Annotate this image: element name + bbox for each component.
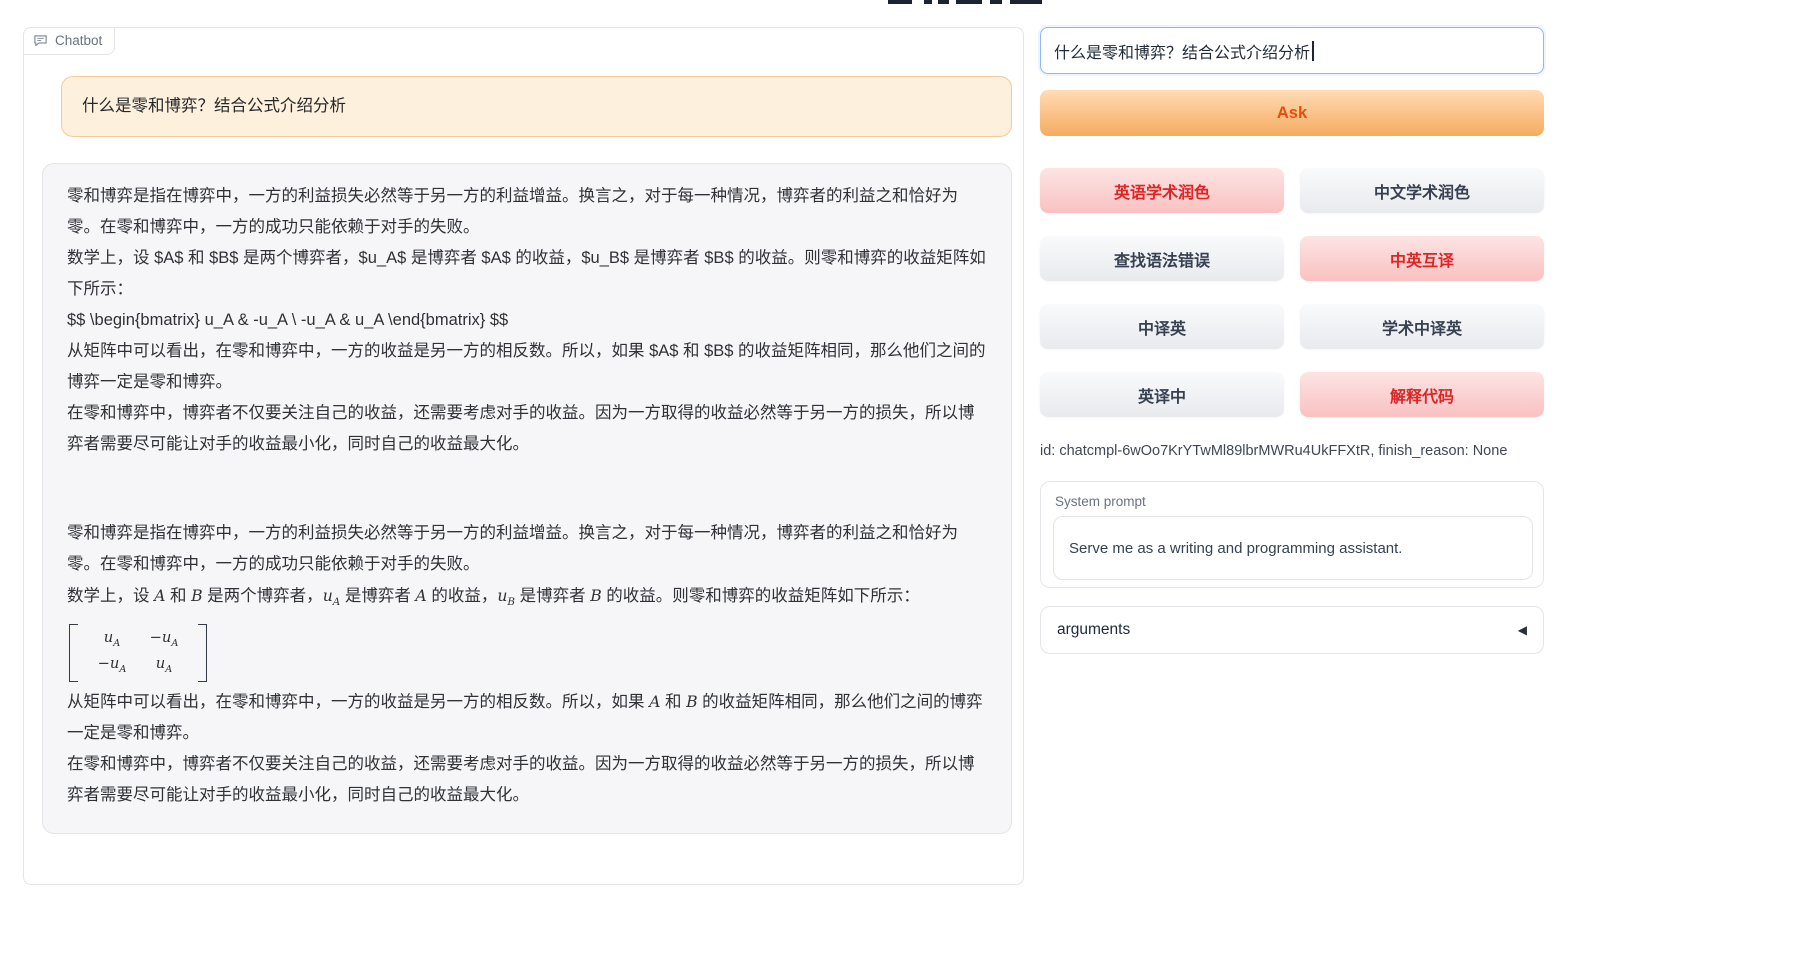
math-var: uA <box>156 648 173 685</box>
system-prompt-label: System prompt <box>1055 494 1531 509</box>
chat-bubble-icon <box>33 33 48 48</box>
quick-button-7[interactable]: 英译中 <box>1040 372 1284 417</box>
chat-message-list[interactable]: 什么是零和博弈？结合公式介绍分析 零和博弈是指在博弈中，一方的利益损失必然等于另… <box>24 54 1023 884</box>
math-var: uA <box>323 586 341 605</box>
ask-button[interactable]: Ask <box>1040 90 1544 136</box>
quick-button-3[interactable]: 查找语法错误 <box>1040 236 1284 281</box>
math-var: B <box>686 692 698 711</box>
quick-button-2[interactable]: 中文学术润色 <box>1300 168 1544 213</box>
arguments-accordion-label: arguments <box>1057 621 1130 639</box>
system-prompt-value: Serve me as a writing and programming as… <box>1069 540 1402 557</box>
math-var: −uA <box>98 648 127 685</box>
clipped-title-fragment <box>888 0 1058 6</box>
system-prompt-input[interactable]: Serve me as a writing and programming as… <box>1053 516 1533 580</box>
quick-buttons-grid: 英语学术润色中文学术润色查找语法错误中英互译中译英学术中译英英译中解释代码 <box>1040 168 1544 417</box>
quick-button-6[interactable]: 学术中译英 <box>1300 304 1544 349</box>
arguments-accordion[interactable]: arguments ◀ <box>1040 606 1544 654</box>
quick-button-8[interactable]: 解释代码 <box>1300 372 1544 417</box>
bot-paragraph-4: 在零和博弈中，博弈者不仅要关注自己的收益，还需要考虑对手的收益。因为一方取得的收… <box>67 749 987 811</box>
quick-button-4[interactable]: 中英互译 <box>1300 236 1544 281</box>
user-message-bubble: 什么是零和博弈？结合公式介绍分析 <box>61 76 1012 137</box>
math-var: uB <box>497 586 515 605</box>
text-cursor <box>1312 41 1314 61</box>
math-var: B <box>590 586 602 605</box>
payoff-matrix: uA−uA−uAuA <box>69 624 207 682</box>
math-var: B <box>191 586 203 605</box>
math-var: A <box>415 586 426 605</box>
quick-button-1[interactable]: 英语学术润色 <box>1040 168 1284 213</box>
question-input[interactable]: 什么是零和博弈？结合公式介绍分析 <box>1040 27 1544 74</box>
quick-button-5[interactable]: 中译英 <box>1040 304 1284 349</box>
control-column: 什么是零和博弈？结合公式介绍分析 Ask 英语学术润色中文学术润色查找语法错误中… <box>1040 27 1544 654</box>
block-gap <box>67 460 987 518</box>
matrix-left-bracket <box>69 624 78 682</box>
bot-paragraph-math-intro: 数学上，设 A 和 B 是两个博弈者，uA 是博弈者 A 的收益，uB 是博弈者… <box>67 580 987 618</box>
bot-raw-latex-block: 零和博弈是指在博弈中，一方的利益损失必然等于另一方的利益增益。换言之，对于每一种… <box>67 181 987 460</box>
accordion-collapsed-icon: ◀ <box>1518 623 1527 637</box>
status-line: id: chatcmpl-6wOo7KrYTwMl89lbrMWRu4UkFFX… <box>1040 443 1544 459</box>
chatbot-panel: Chatbot 什么是零和博弈？结合公式介绍分析 零和博弈是指在博弈中，一方的利… <box>23 27 1024 885</box>
chatbot-label-tab: Chatbot <box>23 27 115 55</box>
bot-message-bubble: 零和博弈是指在博弈中，一方的利益损失必然等于另一方的利益增益。换言之，对于每一种… <box>42 163 1012 834</box>
bot-paragraph-1: 零和博弈是指在博弈中，一方的利益损失必然等于另一方的利益增益。换言之，对于每一种… <box>67 518 987 580</box>
math-var: A <box>154 586 165 605</box>
user-message-text: 什么是零和博弈？结合公式介绍分析 <box>82 97 346 115</box>
matrix-cells: uA−uA−uAuA <box>78 624 198 682</box>
math-var: A <box>649 692 660 711</box>
question-input-value: 什么是零和博弈？结合公式介绍分析 <box>1054 39 1310 63</box>
system-prompt-group: System prompt Serve me as a writing and … <box>1040 481 1544 588</box>
bot-paragraph-3: 从矩阵中可以看出，在零和博弈中，一方的收益是另一方的相反数。所以，如果 A 和 … <box>67 686 987 749</box>
matrix-right-bracket <box>198 624 207 682</box>
chatbot-label: Chatbot <box>55 33 102 48</box>
